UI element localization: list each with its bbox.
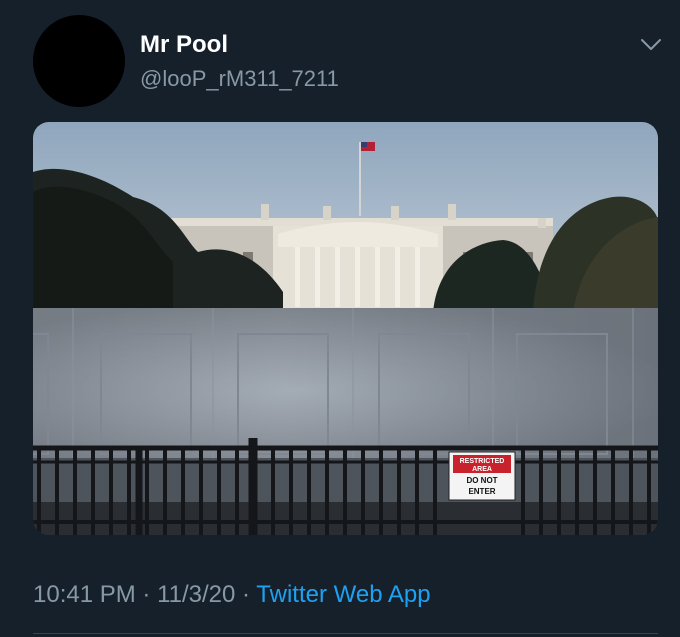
barrier-wall bbox=[33, 308, 658, 458]
tweet-photo[interactable]: RESTRICTED AREA DO NOT ENTER bbox=[33, 122, 658, 535]
meta-separator: · bbox=[242, 581, 251, 608]
sign-line-3: DO NOT bbox=[466, 476, 497, 485]
source-app-link[interactable]: Twitter Web App bbox=[256, 581, 430, 608]
photo-scene: RESTRICTED AREA DO NOT ENTER bbox=[33, 122, 658, 535]
avatar[interactable] bbox=[33, 15, 125, 107]
chevron-down-icon[interactable] bbox=[638, 32, 664, 58]
tweet-date[interactable]: 11/3/20 bbox=[157, 581, 235, 608]
sign-line-2: AREA bbox=[472, 466, 492, 473]
user-handle[interactable]: @looP_rM311_7211 bbox=[140, 66, 339, 92]
sign-line-4: ENTER bbox=[468, 487, 495, 496]
divider bbox=[33, 633, 658, 634]
display-name[interactable]: Mr Pool bbox=[140, 31, 228, 59]
sign-line-1: RESTRICTED bbox=[460, 458, 505, 465]
restricted-area-sign: RESTRICTED AREA DO NOT ENTER bbox=[448, 451, 516, 501]
tweet-meta: 10:41 PM · 11/3/20 · Twitter Web App bbox=[33, 581, 431, 609]
meta-separator: · bbox=[142, 581, 151, 608]
tweet-time[interactable]: 10:41 PM bbox=[33, 581, 136, 608]
